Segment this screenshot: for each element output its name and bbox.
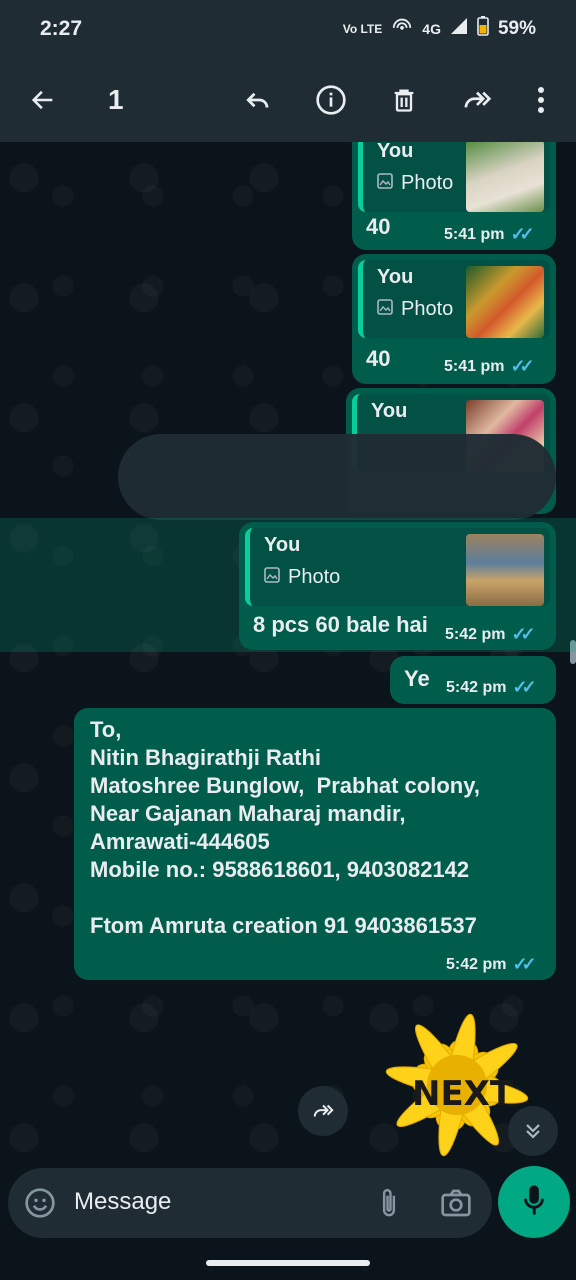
- sticker-text: NEXT: [412, 1074, 514, 1114]
- address-line: Mobile no.: 9588618601, 9403082142: [90, 857, 470, 882]
- composer-row: Message: [0, 1164, 576, 1280]
- quoted-photo[interactable]: You Photo: [358, 260, 550, 338]
- quote-sender: You: [377, 266, 414, 288]
- status-time: 2:27: [40, 17, 83, 40]
- quote-sender: You: [371, 400, 408, 422]
- selection-action-bar: 1: [0, 58, 576, 142]
- message-placeholder: Message: [74, 1188, 172, 1215]
- message-bubble[interactable]: You Photo 40 5:41 pm ✓✓: [352, 142, 556, 250]
- camera-icon[interactable]: [440, 1188, 472, 1223]
- delete-icon[interactable]: [383, 79, 425, 121]
- double-check-icon: ✓✓: [512, 677, 536, 697]
- mic-icon: [521, 1183, 547, 1222]
- address-line: Near Gajanan Maharaj mandir,: [90, 801, 406, 826]
- quoted-photo[interactable]: You Photo: [358, 142, 550, 212]
- photo-thumbnail: [466, 534, 544, 606]
- double-check-icon: ✓✓: [510, 356, 534, 376]
- address-line: Amrawati-444605: [90, 829, 270, 854]
- photo-thumbnail: [466, 142, 544, 212]
- back-arrow-icon[interactable]: [22, 79, 64, 121]
- info-icon[interactable]: [310, 79, 352, 121]
- address-line: Nitin Bhagirathji Rathi: [90, 745, 321, 770]
- mic-button[interactable]: [498, 1166, 570, 1238]
- attach-icon[interactable]: [376, 1186, 402, 1225]
- scroll-to-bottom-button[interactable]: [508, 1106, 558, 1156]
- home-gesture-bar[interactable]: [206, 1260, 370, 1266]
- battery-icon: [477, 16, 489, 42]
- forward-sticker-button[interactable]: [298, 1086, 348, 1136]
- address-line: Ftom Amruta creation 91 9403861537: [90, 913, 477, 938]
- message-text: 40: [366, 214, 391, 239]
- signal-icon: [450, 17, 468, 41]
- message-time: 5:42 pm: [446, 678, 507, 696]
- quote-type: Photo: [401, 172, 454, 194]
- quote-sender: You: [264, 534, 301, 556]
- message-text: Ye: [404, 666, 430, 691]
- hotspot-icon: [391, 15, 413, 43]
- network-type: 4G: [422, 20, 441, 37]
- message-bubble-selected[interactable]: You Photo 8 pcs 60 bale hai 5:42 pm ✓✓: [239, 522, 556, 650]
- message-bubble[interactable]: Ye 5:42 pm ✓✓: [390, 656, 556, 704]
- double-check-icon: ✓✓: [511, 624, 535, 644]
- message-bubble[interactable]: You Photo 40 5:41 pm ✓✓: [352, 254, 556, 384]
- forward-icon[interactable]: [456, 79, 498, 121]
- more-options-icon[interactable]: [520, 79, 562, 121]
- quote-type: Photo: [401, 298, 454, 320]
- quote-sender: You: [377, 142, 414, 162]
- quoted-photo[interactable]: You Photo: [245, 528, 550, 606]
- volte-icon: Vo LTE: [342, 21, 383, 36]
- photo-thumbnail: [466, 266, 544, 338]
- message-bubble[interactable]: To, Nitin Bhagirathji Rathi Matoshree Bu…: [74, 708, 556, 980]
- message-time: 5:41 pm: [444, 225, 505, 243]
- message-text: 40: [366, 346, 391, 371]
- photo-icon: [377, 172, 393, 195]
- message-time: 5:42 pm: [446, 955, 507, 973]
- battery-percent: 59%: [497, 18, 536, 39]
- address-line: Matoshree Bunglow, Prabhat colony,: [90, 773, 480, 798]
- message-input[interactable]: Message: [8, 1168, 492, 1238]
- photo-icon: [264, 566, 280, 589]
- status-bar: 2:27 Vo LTE 4G 59%: [0, 0, 576, 58]
- address-line: To,: [90, 717, 122, 742]
- double-check-icon: ✓✓: [510, 224, 534, 244]
- message-time: 5:41 pm: [444, 357, 505, 375]
- overlay-popup: [118, 434, 556, 520]
- reply-icon[interactable]: [236, 79, 278, 121]
- double-check-icon: ✓✓: [512, 954, 536, 974]
- quote-type: Photo: [288, 566, 341, 588]
- photo-icon: [377, 298, 393, 321]
- selected-count: 1: [108, 84, 124, 115]
- emoji-icon[interactable]: [24, 1187, 56, 1224]
- message-time: 5:42 pm: [445, 625, 506, 643]
- message-text: 8 pcs 60 bale hai: [253, 612, 428, 637]
